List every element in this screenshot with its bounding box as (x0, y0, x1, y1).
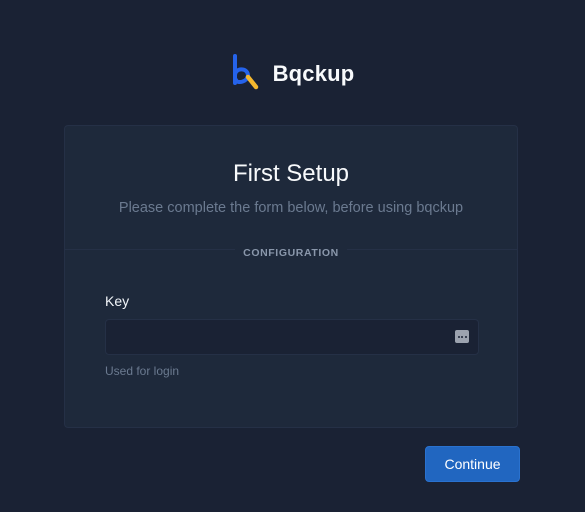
page-title: First Setup (232, 160, 350, 187)
page-subtitle: Please complete the form below, before u… (118, 200, 464, 216)
setup-card: First Setup Please complete the form bel… (64, 125, 518, 428)
bqckup-logo-icon (232, 54, 258, 90)
continue-button[interactable]: Continue (425, 446, 520, 482)
key-input-wrapper (105, 319, 479, 355)
key-label: Key (105, 293, 130, 309)
key-field: Key Used for login (105, 292, 479, 378)
password-manager-icon[interactable] (455, 330, 469, 343)
key-hint: Used for login (105, 364, 180, 378)
brand-name: Bqckup (272, 60, 355, 86)
key-input[interactable] (105, 319, 479, 355)
brand-header: Bqckup (0, 52, 585, 94)
card-header: First Setup Please complete the form bel… (65, 126, 517, 250)
